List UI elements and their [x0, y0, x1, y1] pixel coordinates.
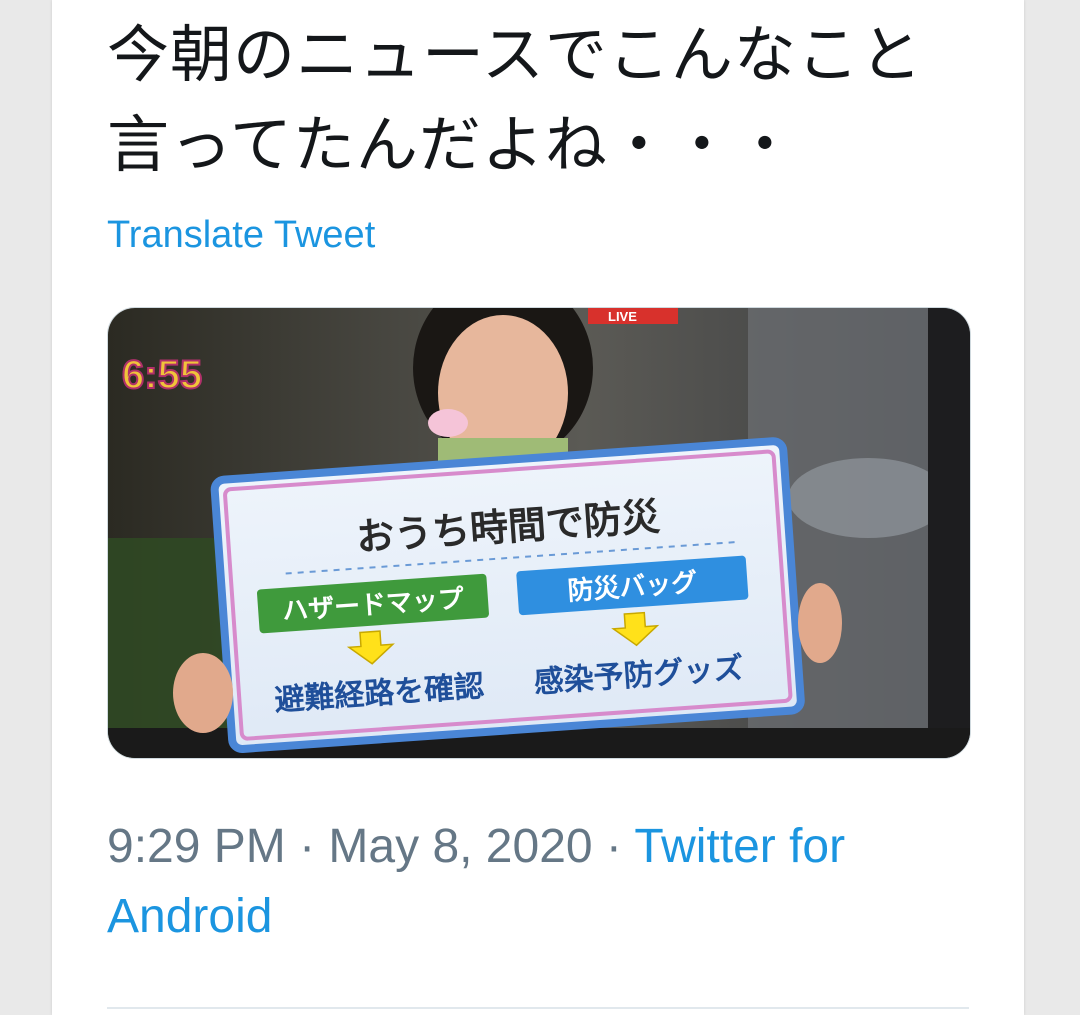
meta-separator: · — [285, 820, 329, 873]
tv-clock: 6:55 — [122, 353, 202, 397]
tweet-date[interactable]: May 8, 2020 — [328, 820, 592, 873]
news-board: おうち時間で防災 ハザードマップ 防災バッグ 避難経路を確認 感染予防グッズ — [210, 437, 805, 753]
tweet-time[interactable]: 9:29 PM — [107, 820, 286, 873]
tweet-meta: 9:29 PM · May 8, 2020 · Twitter for Andr… — [107, 812, 967, 952]
live-badge: LIVE — [608, 309, 637, 324]
meta-separator: · — [592, 820, 635, 873]
translate-tweet-link[interactable]: Translate Tweet — [107, 214, 375, 257]
divider — [107, 1007, 969, 1009]
tweet-photo[interactable]: 6:55 LIVE おうち時間で防災 ハザードマップ 防災バッグ 避難経路を確認… — [107, 307, 971, 759]
tweet-text: 今朝のニュースでこんなこと言ってたんだよね・・・ — [107, 18, 923, 181]
tweet-card: 今朝のニュースでこんなこと言ってたんだよね・・・ Translate Tweet — [52, 0, 1024, 1015]
tv-screen-photo: 6:55 LIVE おうち時間で防災 ハザードマップ 防災バッグ 避難経路を確認… — [108, 308, 970, 758]
